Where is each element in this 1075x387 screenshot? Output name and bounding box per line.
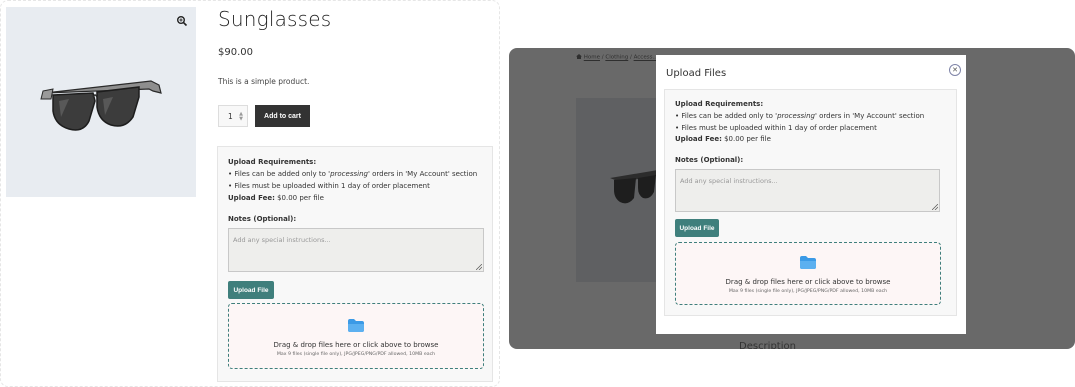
background-description-heading: Description — [739, 341, 796, 349]
dropzone-subtext: Max 9 files (single file only), JPG/JPEG… — [276, 352, 436, 357]
upload-panel: Upload Requirements: • Files can be adde… — [217, 146, 493, 382]
requirement-upload-window: • Files must be uploaded within 1 day of… — [675, 124, 877, 132]
breadcrumb-separator: / — [630, 54, 632, 61]
modal-title: Upload Files — [666, 68, 727, 79]
requirement-processing-orders: • Files can be added only to 'processing… — [228, 170, 478, 178]
product-page: Sunglasses $90.00 This is a simple produ… — [0, 0, 500, 387]
breadcrumb-home[interactable]: Home — [584, 55, 600, 61]
notes-label: Notes (Optional): — [675, 156, 744, 164]
breadcrumb-accessories[interactable]: Access... — [634, 55, 658, 61]
upload-requirements-title: Upload Requirements: — [228, 158, 317, 166]
add-to-cart-button[interactable]: Add to cart — [255, 105, 310, 127]
upload-file-button[interactable]: Upload File — [675, 219, 719, 237]
breadcrumb: Home / Clothing / Access... — [576, 54, 658, 61]
file-dropzone[interactable]: Drag & drop files here or click above to… — [228, 303, 484, 369]
notes-label: Notes (Optional): — [228, 215, 297, 223]
product-price: $90.00 — [218, 47, 253, 58]
product-image[interactable] — [6, 7, 196, 197]
folder-icon — [348, 319, 364, 332]
upload-fee: Upload Fee: $0.00 per file — [675, 135, 771, 143]
requirement-processing-orders: • Files can be added only to 'processing… — [675, 112, 925, 120]
home-icon — [576, 54, 582, 59]
stepper-arrows-icon[interactable]: ▲ ▼ — [239, 112, 243, 122]
folder-icon — [800, 256, 816, 269]
modal-upload-panel: Upload Requirements: • Files can be adde… — [664, 89, 957, 316]
product-title: Sunglasses — [218, 7, 332, 31]
upload-file-button[interactable]: Upload File — [228, 281, 274, 299]
resize-grip-icon[interactable] — [476, 264, 482, 270]
dropzone-subtext: Max 9 files (single file only), JPG/JPEG… — [728, 289, 888, 294]
quantity-stepper[interactable]: 1 ▲ ▼ — [218, 105, 248, 127]
sunglasses-image — [40, 80, 162, 131]
upload-files-dialog: Upload Files ✕ Upload Requirements: • Fi… — [656, 55, 966, 334]
dropzone-text: Drag & drop files here or click above to… — [273, 341, 439, 349]
notes-textarea[interactable]: Add any special instructions... — [228, 228, 484, 272]
dropzone-text: Drag & drop files here or click above to… — [725, 278, 891, 286]
close-icon[interactable]: ✕ — [949, 64, 961, 76]
notes-placeholder: Add any special instructions... — [233, 236, 331, 244]
resize-grip-icon[interactable] — [932, 204, 938, 210]
background-sunglasses-image — [610, 170, 662, 204]
quantity-value: 1 — [228, 111, 233, 121]
product-description: This is a simple product. — [218, 77, 310, 86]
upload-fee: Upload Fee: $0.00 per file — [228, 194, 324, 202]
breadcrumb-separator: / — [601, 54, 604, 61]
breadcrumb-clothing[interactable]: Clothing — [605, 55, 628, 61]
zoom-icon[interactable] — [176, 15, 188, 27]
notes-textarea[interactable]: Add any special instructions... — [675, 169, 940, 212]
requirement-upload-window: • Files must be uploaded within 1 day of… — [228, 182, 430, 190]
file-dropzone[interactable]: Drag & drop files here or click above to… — [675, 242, 941, 305]
notes-placeholder: Add any special instructions... — [680, 177, 778, 185]
modal-overlay[interactable]: Home / Clothing / Access... Description … — [509, 48, 1075, 349]
upload-requirements-title: Upload Requirements: — [675, 100, 764, 108]
